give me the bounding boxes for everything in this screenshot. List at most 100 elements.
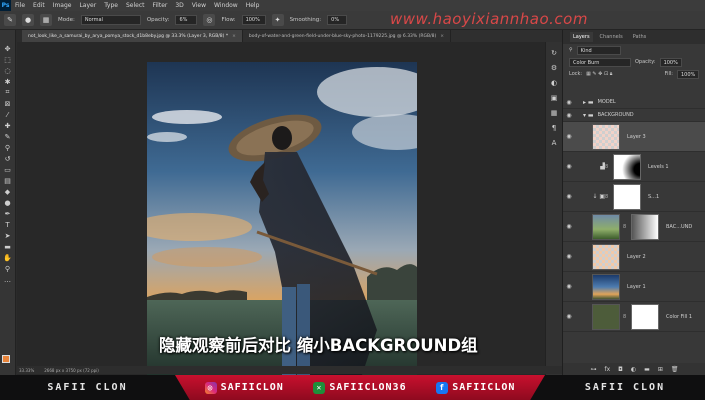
layer-row[interactable]: ◉ ↓ ▣ 8 S...1 bbox=[563, 182, 705, 212]
pressure-opacity-icon[interactable]: ◎ bbox=[203, 14, 216, 26]
layer-row[interactable]: ◉ ▟ 8 Levels 1 bbox=[563, 152, 705, 182]
brush-tool-icon[interactable]: ✎ bbox=[3, 132, 13, 141]
history-brush-tool-icon[interactable]: ↺ bbox=[3, 154, 13, 163]
move-tool-icon[interactable]: ✥ bbox=[3, 44, 13, 53]
link-icon: 8 bbox=[605, 163, 609, 170]
crop-tool-icon[interactable]: ⌗ bbox=[3, 88, 13, 97]
menu-filter[interactable]: Filter bbox=[149, 2, 172, 9]
eye-icon[interactable]: ◉ bbox=[563, 163, 575, 170]
eraser-tool-icon[interactable]: ▭ bbox=[3, 165, 13, 174]
marquee-tool-icon[interactable]: ⬚ bbox=[3, 55, 13, 64]
frame-tool-icon[interactable]: ⊠ bbox=[3, 99, 13, 108]
adjustments-icon[interactable]: ◐ bbox=[549, 78, 559, 88]
link-icon: 8 bbox=[605, 193, 609, 200]
menu-view[interactable]: View bbox=[188, 2, 210, 9]
other-handle[interactable]: ✕ SAFIICLON36 bbox=[313, 381, 406, 394]
add-mask-icon[interactable]: ◘ bbox=[618, 366, 623, 373]
gradient-tool-icon[interactable]: ▤ bbox=[3, 176, 13, 185]
layer-row[interactable]: ◉ Layer 3 bbox=[563, 122, 705, 152]
hand-tool-icon[interactable]: ✋ bbox=[3, 253, 13, 262]
link-layers-icon[interactable]: ⊶ bbox=[591, 366, 597, 373]
brush-preset-icon[interactable]: ● bbox=[22, 14, 34, 26]
airbrush-icon[interactable]: ✦ bbox=[271, 14, 284, 26]
eye-icon[interactable]: ◉ bbox=[563, 253, 575, 260]
trash-icon[interactable]: 🗑︎ bbox=[671, 366, 679, 373]
character-icon[interactable]: A bbox=[549, 138, 559, 148]
layer-opacity-field[interactable]: 100% bbox=[659, 57, 682, 67]
smoothing-field[interactable]: 0% bbox=[327, 15, 348, 25]
facebook-text: SAFIICLON bbox=[452, 382, 516, 393]
subtitle-caption: 隐藏观察前后对比 缩小BACKGROUND组 bbox=[159, 336, 478, 355]
doc-tab[interactable]: body-of-water-and-green-field-under-blue… bbox=[243, 30, 451, 42]
layer-group[interactable]: ◉ ▾ ▬ BACKGROUND bbox=[563, 109, 705, 122]
facebook-handle[interactable]: f SAFIICLON bbox=[436, 381, 516, 394]
menu-edit[interactable]: Edit bbox=[29, 2, 49, 9]
more-tools-icon[interactable]: … bbox=[3, 275, 13, 284]
eye-icon[interactable]: ◉ bbox=[563, 99, 575, 106]
tab-channels[interactable]: Channels bbox=[597, 32, 626, 42]
eye-icon[interactable]: ◉ bbox=[563, 133, 575, 140]
eye-icon[interactable]: ◉ bbox=[563, 112, 575, 119]
clone-stamp-tool-icon[interactable]: ⚲ bbox=[3, 143, 13, 152]
doc-tab-active[interactable]: not_look_like_a_samurai_by_arya_pomya_st… bbox=[22, 30, 243, 42]
history-icon[interactable]: ↻ bbox=[549, 48, 559, 58]
layer-row[interactable]: ◉ 8 Color Fill 1 bbox=[563, 302, 705, 332]
menu-window[interactable]: Window bbox=[210, 2, 242, 9]
menu-image[interactable]: Image bbox=[49, 2, 76, 9]
eye-icon[interactable]: ◉ bbox=[563, 313, 575, 320]
pen-tool-icon[interactable]: ✒ bbox=[3, 209, 13, 218]
layers-list: ◉ ▸ ▬ MODEL ◉ ▾ ▬ BACKGROUND ◉ Layer 3 ◉… bbox=[563, 96, 705, 332]
menu-type[interactable]: Type bbox=[100, 2, 122, 9]
brand-left: SAFII CLON bbox=[47, 382, 128, 393]
layer-thumbnail bbox=[592, 303, 620, 330]
type-tool-icon[interactable]: T bbox=[3, 220, 13, 229]
mode-select[interactable]: Normal bbox=[80, 15, 141, 25]
layer-row[interactable]: ◉ Layer 1 bbox=[563, 272, 705, 302]
adjustment-layer-icon[interactable]: ◐ bbox=[631, 366, 636, 373]
lock-icons[interactable]: ▦ ✎ ✥ ⊡ 🔒︎ bbox=[586, 71, 612, 77]
fx-icon[interactable]: fx bbox=[605, 366, 611, 373]
libraries-icon[interactable]: ▣ bbox=[549, 93, 559, 103]
kind-filter[interactable]: Kind bbox=[576, 45, 621, 55]
swatches-icon[interactable]: ▦ bbox=[549, 108, 559, 118]
healing-tool-icon[interactable]: ✚ bbox=[3, 121, 13, 130]
doc-tab-label: not_look_like_a_samurai_by_arya_pomya_st… bbox=[28, 33, 229, 39]
menu-help[interactable]: Help bbox=[242, 2, 264, 9]
rectangle-tool-icon[interactable]: ▬ bbox=[3, 242, 13, 251]
menu-file[interactable]: File bbox=[11, 2, 29, 9]
eyedropper-tool-icon[interactable]: ⁄ bbox=[3, 110, 13, 119]
eye-icon[interactable]: ◉ bbox=[563, 193, 575, 200]
lasso-tool-icon[interactable]: ◌ bbox=[3, 66, 13, 75]
eye-icon[interactable]: ◉ bbox=[563, 223, 575, 230]
opacity-field[interactable]: 6% bbox=[175, 15, 198, 25]
tab-layers[interactable]: Layers bbox=[570, 32, 593, 42]
dodge-tool-icon[interactable]: ● bbox=[3, 198, 13, 207]
layer-row[interactable]: ◉ Layer 2 bbox=[563, 242, 705, 272]
quick-select-tool-icon[interactable]: ✱ bbox=[3, 77, 13, 86]
fill-field[interactable]: 100% bbox=[677, 69, 699, 79]
canvas-photo[interactable] bbox=[147, 62, 417, 375]
menu-select[interactable]: Select bbox=[122, 2, 149, 9]
tab-paths[interactable]: Paths bbox=[630, 32, 650, 42]
menu-3d[interactable]: 3D bbox=[171, 2, 187, 9]
blend-mode-select[interactable]: Color Burn bbox=[569, 57, 631, 67]
properties-icon[interactable]: ⚙ bbox=[549, 63, 559, 73]
brush-settings-icon[interactable]: ▦ bbox=[40, 14, 52, 26]
instagram-handle[interactable]: ◎ SAFIICLON bbox=[204, 381, 284, 394]
new-layer-icon[interactable]: ⊞ bbox=[658, 366, 663, 373]
paragraph-icon[interactable]: ¶ bbox=[549, 123, 559, 133]
zoom-level[interactable]: 33.33% bbox=[19, 368, 34, 373]
layer-group[interactable]: ◉ ▸ ▬ MODEL bbox=[563, 96, 705, 109]
close-icon[interactable]: × bbox=[232, 34, 236, 39]
brush-tool-icon[interactable]: ✎ bbox=[4, 14, 16, 26]
flow-field[interactable]: 100% bbox=[241, 15, 266, 25]
path-select-tool-icon[interactable]: ➤ bbox=[3, 231, 13, 240]
new-group-icon[interactable]: ▬ bbox=[644, 366, 650, 373]
close-icon[interactable]: × bbox=[440, 34, 444, 39]
zoom-tool-icon[interactable]: ⚲ bbox=[3, 264, 13, 273]
menu-layer[interactable]: Layer bbox=[75, 2, 100, 9]
blur-tool-icon[interactable]: ◆ bbox=[3, 187, 13, 196]
layer-row[interactable]: ◉ 8 BAC...UND bbox=[563, 212, 705, 242]
foreground-color-swatch[interactable] bbox=[2, 355, 10, 363]
eye-icon[interactable]: ◉ bbox=[563, 283, 575, 290]
